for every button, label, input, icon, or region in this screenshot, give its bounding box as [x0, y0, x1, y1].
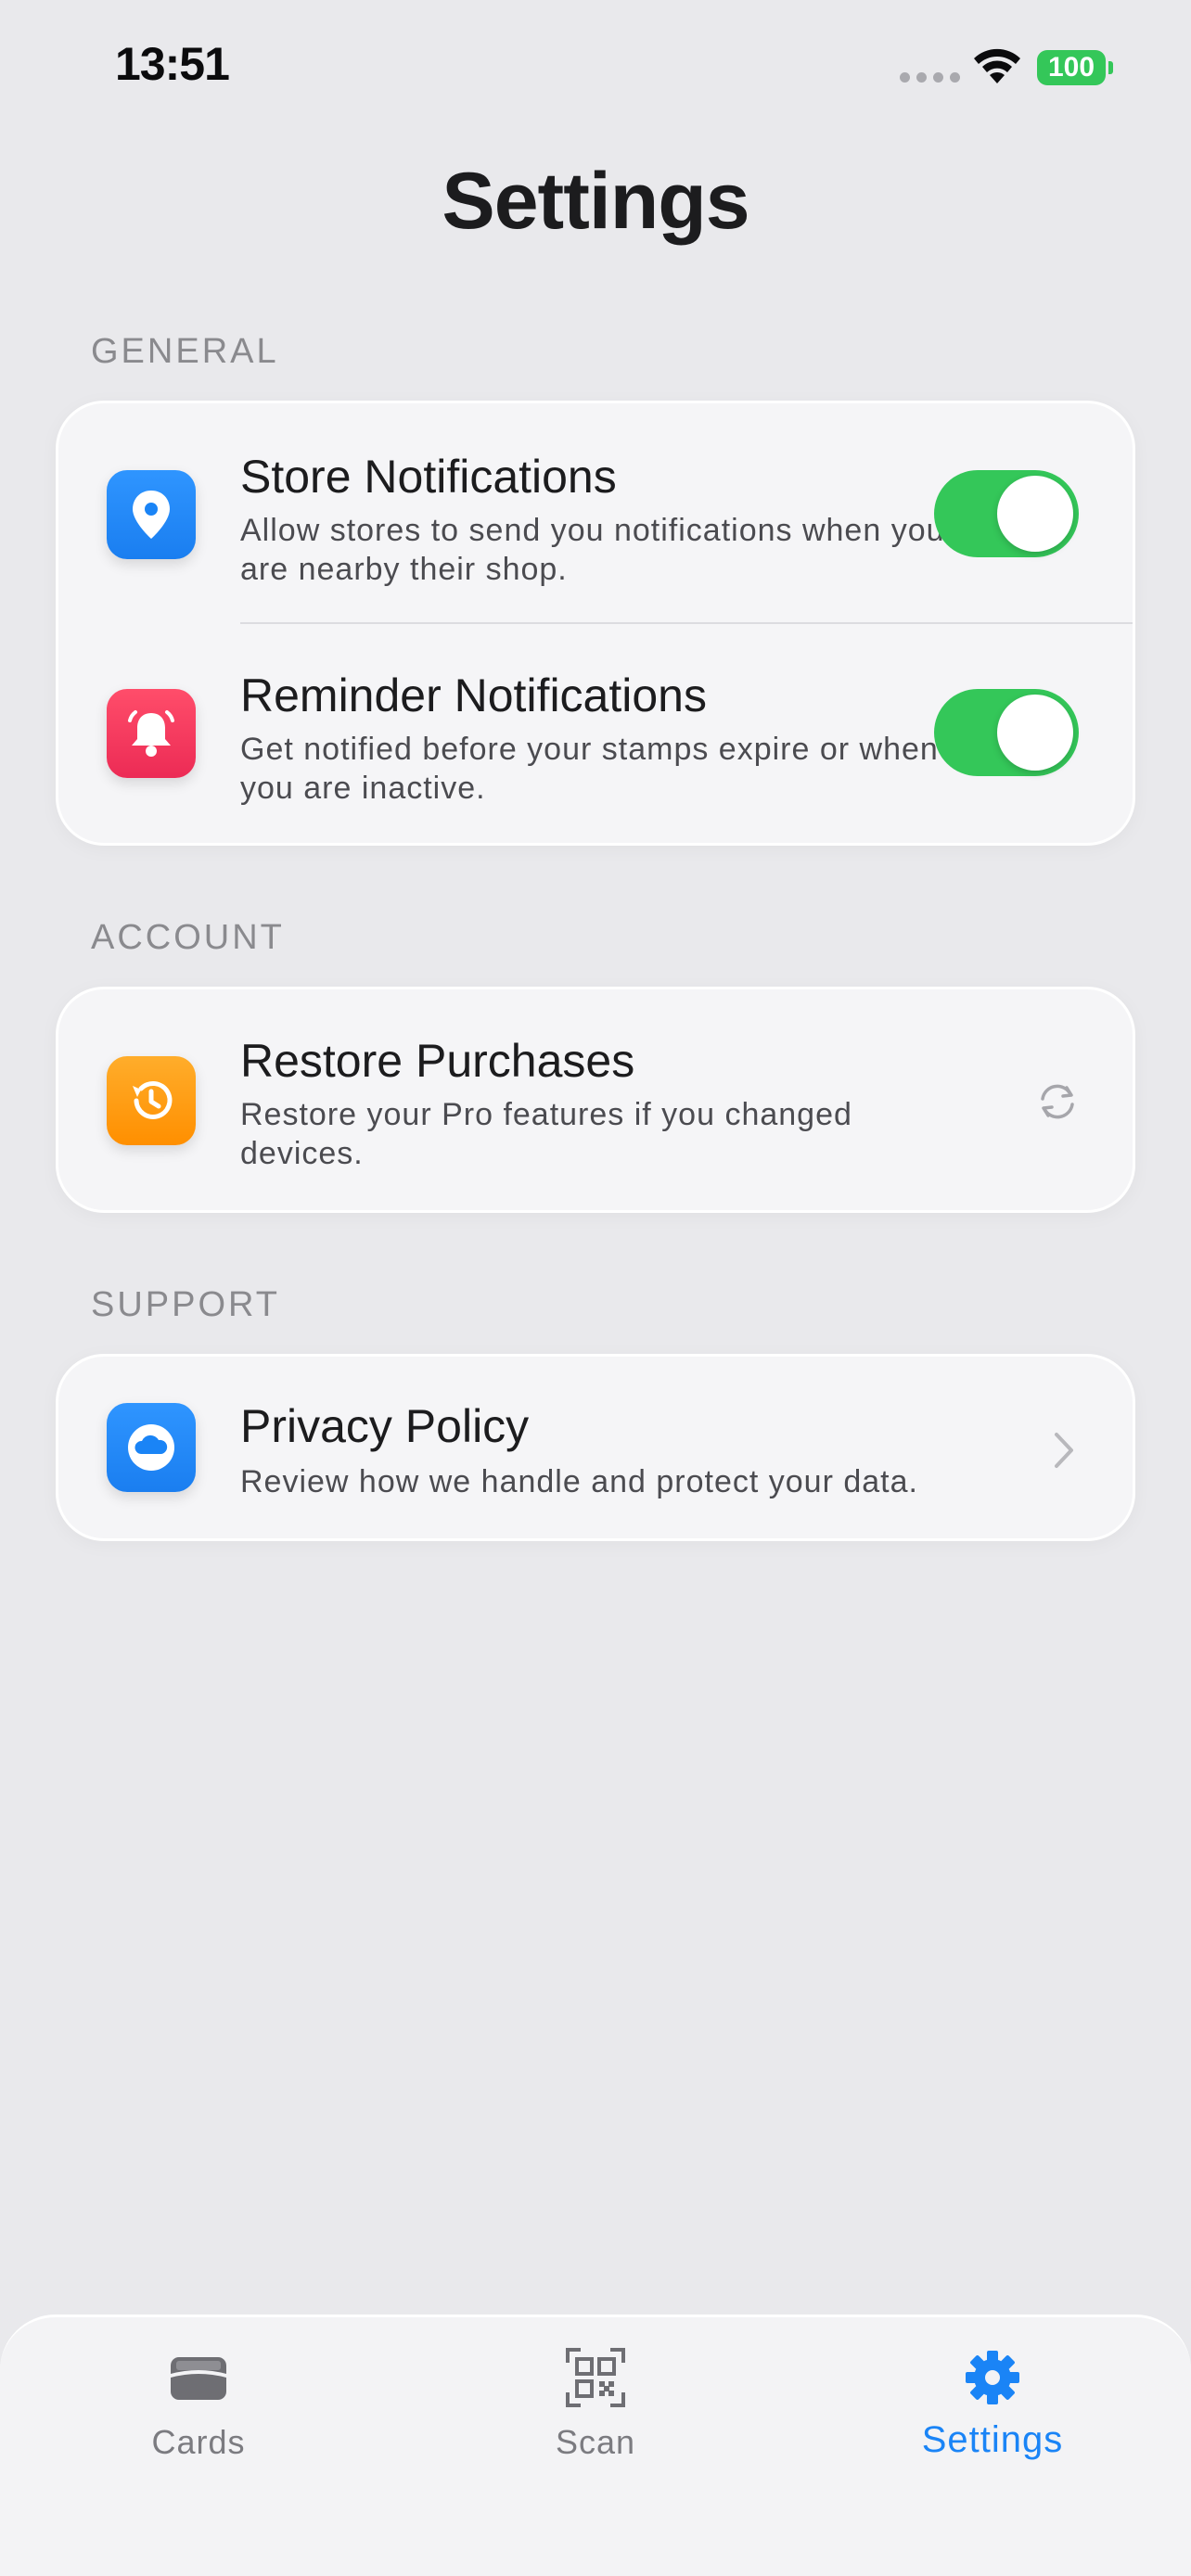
section-header-account: ACCOUNT: [91, 918, 285, 957]
cloud-icon: [107, 1403, 196, 1492]
gear-icon: [960, 2345, 1025, 2410]
qr-scan-icon: [563, 2345, 628, 2410]
toggle-knob: [997, 476, 1073, 552]
restore-purchases-row[interactable]: Restore Purchases Restore your Pro featu…: [58, 989, 1133, 1216]
reminder-notifications-toggle[interactable]: [934, 689, 1079, 776]
section-header-support: SUPPORT: [91, 1285, 281, 1324]
store-notifications-subtitle: Allow stores to send you notifications w…: [240, 513, 945, 587]
store-notifications-row[interactable]: Store Notifications Allow stores to send…: [58, 403, 1133, 622]
store-notifications-toggle[interactable]: [934, 470, 1079, 557]
history-icon: [107, 1056, 196, 1145]
tab-cards[interactable]: Cards: [59, 2317, 338, 2503]
reminder-notifications-subtitle: Get notified before your stamps expire o…: [240, 732, 939, 806]
reminder-notifications-title: Reminder Notifications: [240, 670, 707, 721]
toggle-knob: [997, 695, 1073, 771]
wifi-icon: [974, 48, 1020, 83]
settings-screen: 13:51 100 Settings GENERAL Store Notific…: [0, 0, 1191, 2576]
reminder-notifications-row[interactable]: Reminder Notifications Get notified befo…: [58, 624, 1133, 843]
support-card: Privacy Policy Review how we handle and …: [56, 1354, 1135, 1541]
chevron-right-icon: [1047, 1429, 1081, 1472]
tab-settings-label: Settings: [921, 2419, 1064, 2460]
bell-icon: [107, 689, 196, 778]
general-card: Store Notifications Allow stores to send…: [56, 401, 1135, 846]
privacy-policy-row[interactable]: Privacy Policy Review how we handle and …: [58, 1357, 1133, 1544]
tab-scan-label: Scan: [555, 2423, 636, 2461]
battery-indicator: 100: [1037, 50, 1106, 85]
account-card: Restore Purchases Restore your Pro featu…: [56, 987, 1135, 1213]
tab-bar: Cards Scan Settings: [0, 2315, 1191, 2576]
privacy-policy-subtitle: Review how we handle and protect your da…: [240, 1464, 918, 1499]
refresh-icon[interactable]: [1034, 1078, 1081, 1125]
privacy-policy-title: Privacy Policy: [240, 1400, 530, 1452]
page-title: Settings: [442, 157, 749, 246]
battery-nub: [1108, 61, 1113, 74]
restore-purchases-subtitle: Restore your Pro features if you changed…: [240, 1097, 852, 1171]
restore-purchases-title: Restore Purchases: [240, 1035, 635, 1087]
location-pin-icon: [107, 470, 196, 559]
wallet-card-icon: [166, 2345, 231, 2410]
section-header-general: GENERAL: [91, 332, 279, 371]
status-time: 13:51: [115, 38, 230, 90]
tab-cards-label: Cards: [151, 2423, 246, 2461]
status-bar: 13:51 100: [0, 0, 1191, 139]
store-notifications-title: Store Notifications: [240, 451, 617, 503]
tab-settings[interactable]: Settings: [853, 2317, 1132, 2503]
cellular-signal-icon: [900, 72, 960, 83]
tab-scan[interactable]: Scan: [456, 2317, 735, 2503]
